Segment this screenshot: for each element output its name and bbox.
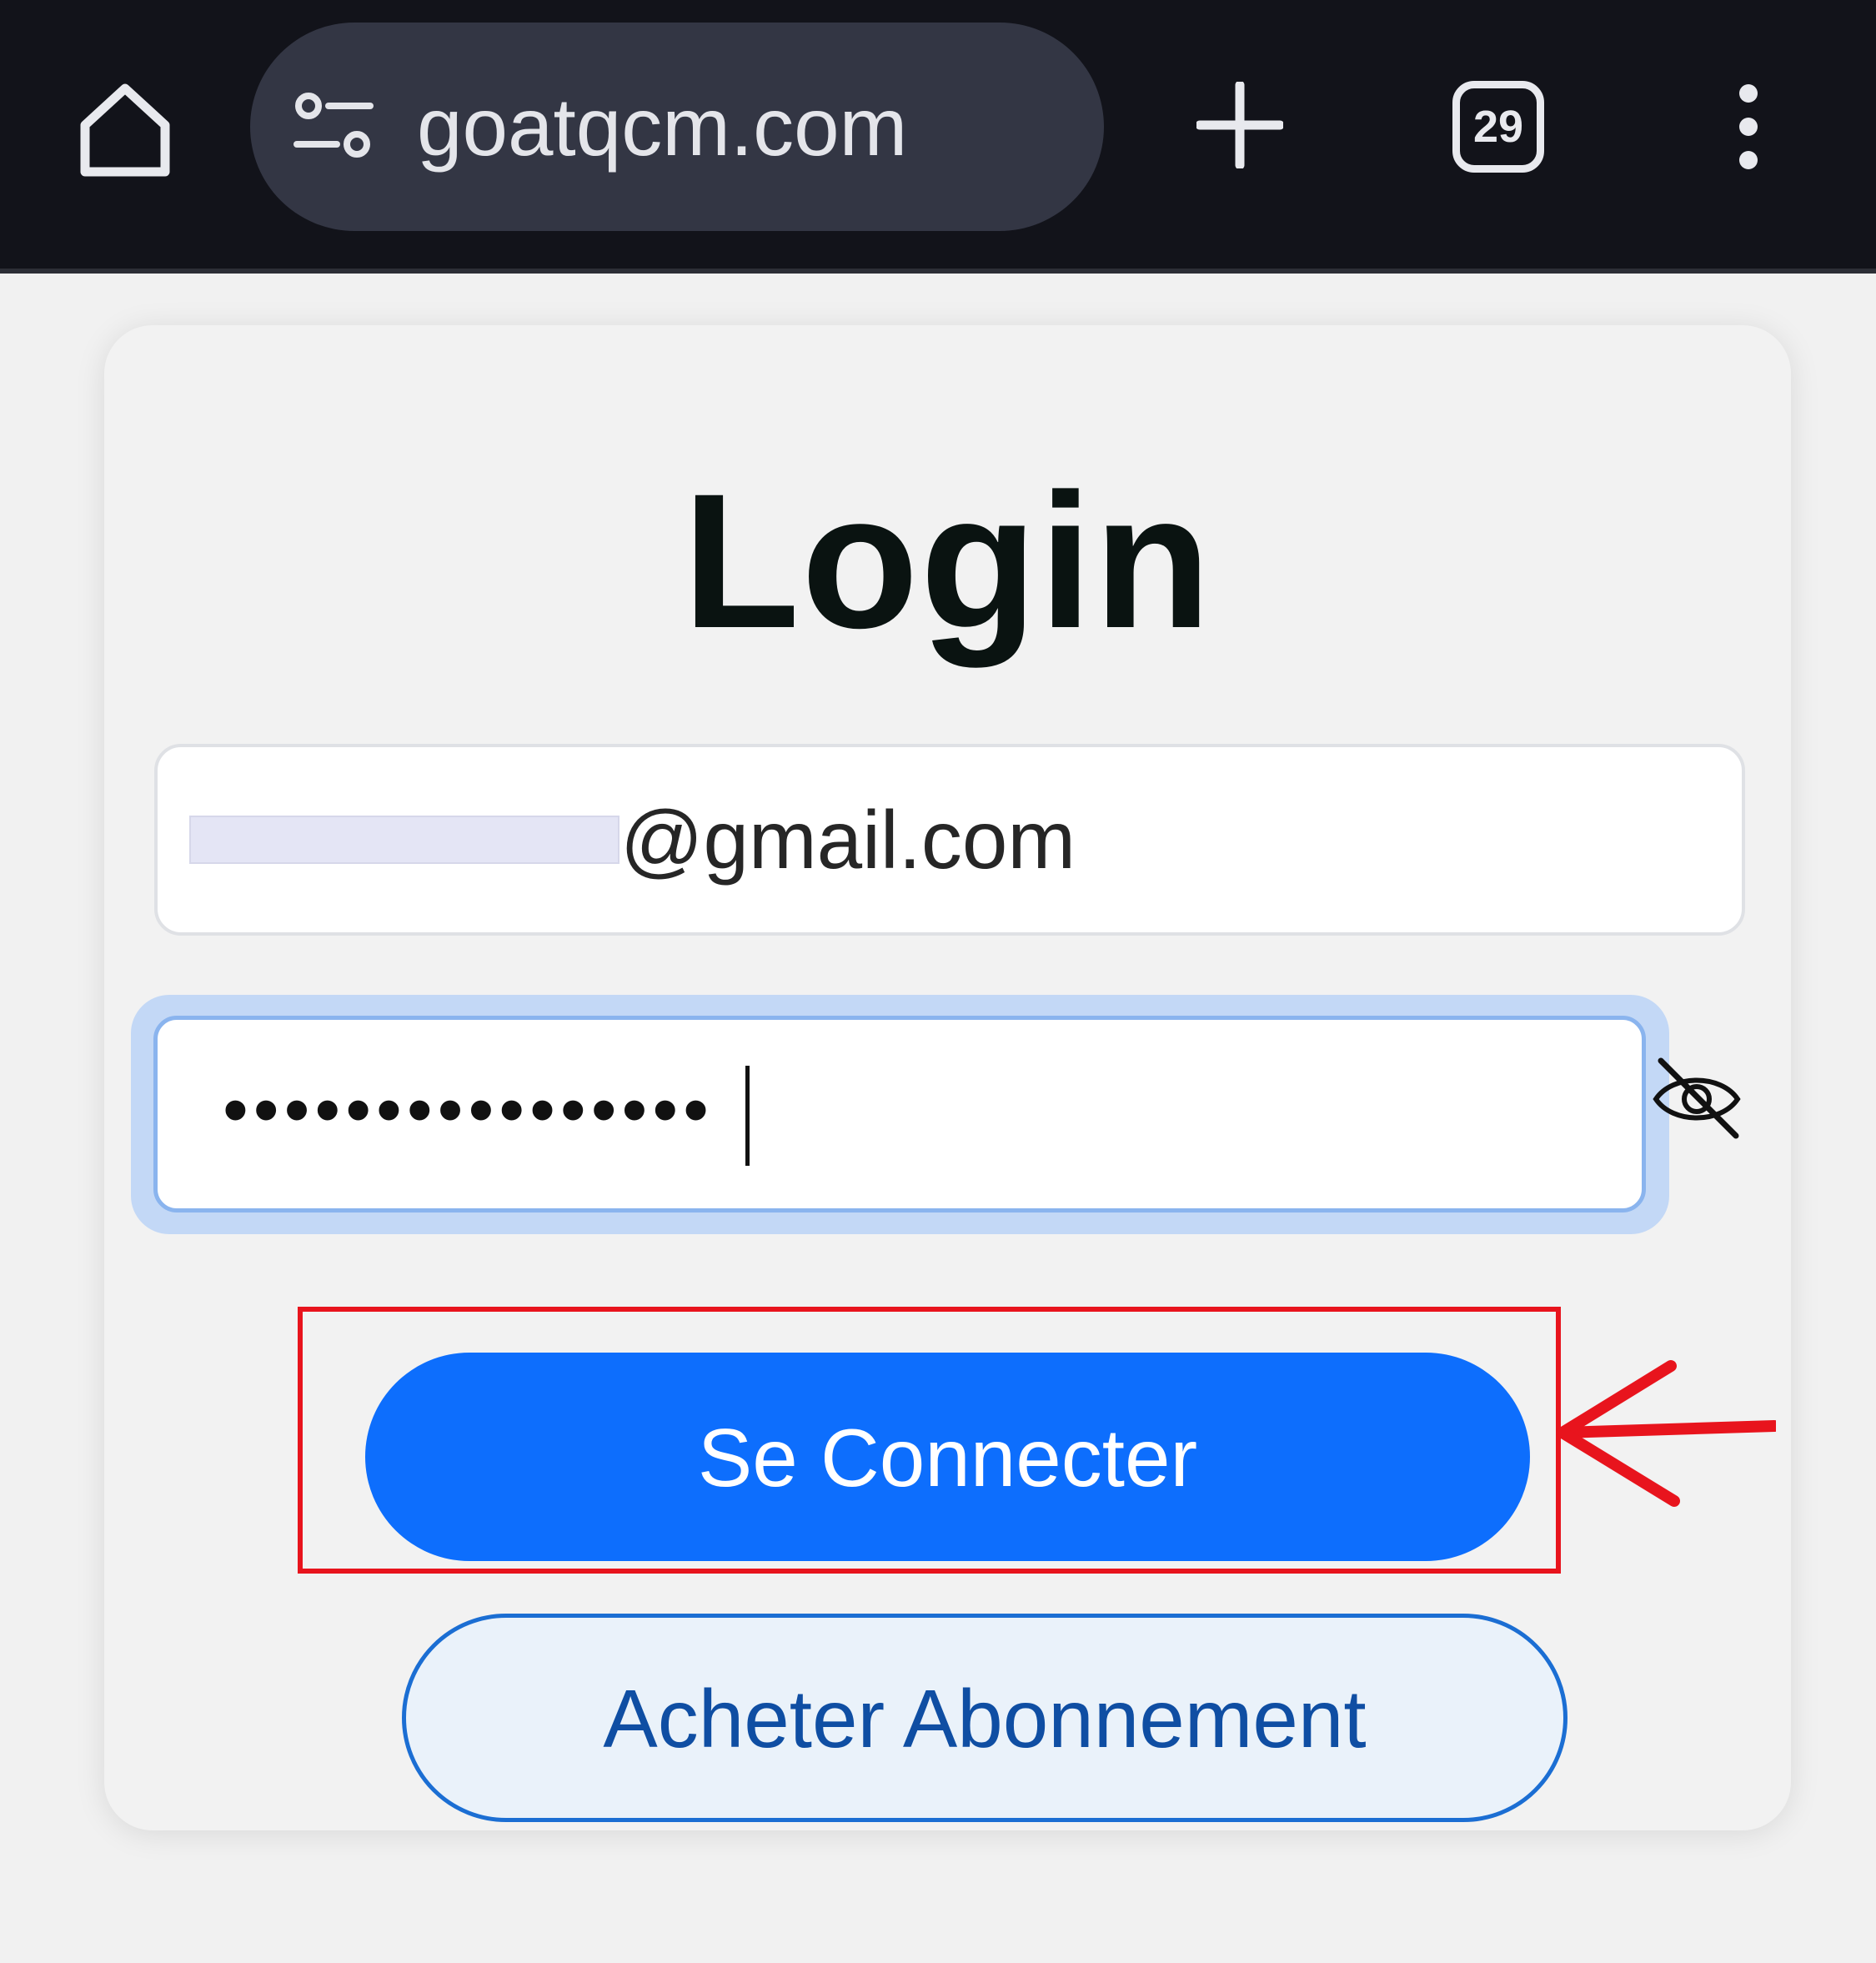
more-menu-icon[interactable]: [1733, 83, 1764, 170]
browser-toolbar: goatqcm.com 29: [0, 0, 1876, 274]
submit-button[interactable]: Se Connecter: [365, 1353, 1530, 1561]
login-card: Login @gmail.com •••••••••••••••• Se Con…: [104, 325, 1791, 1830]
page-title: Login: [682, 454, 1213, 668]
redaction-bar: [189, 816, 619, 864]
email-value: @gmail.com: [620, 794, 1076, 886]
subscribe-button[interactable]: Acheter Abonnement: [402, 1614, 1568, 1822]
password-value: ••••••••••••••••: [223, 1068, 714, 1151]
tab-count: 29: [1472, 102, 1524, 152]
url-text: goatqcm.com: [417, 81, 908, 173]
address-bar[interactable]: goatqcm.com: [250, 23, 1104, 231]
eye-slash-icon[interactable]: [1651, 1056, 1743, 1147]
home-icon[interactable]: [73, 78, 177, 182]
site-settings-icon[interactable]: [293, 91, 374, 163]
password-field[interactable]: ••••••••••••••••: [153, 1016, 1646, 1212]
email-field[interactable]: @gmail.com: [154, 744, 1745, 936]
toolbar-divider: [0, 269, 1876, 274]
annotation-arrow-icon: [1557, 1360, 1776, 1507]
new-tab-icon[interactable]: [1196, 82, 1283, 168]
text-cursor: [745, 1066, 750, 1166]
tab-switcher-button[interactable]: 29: [1452, 81, 1544, 173]
